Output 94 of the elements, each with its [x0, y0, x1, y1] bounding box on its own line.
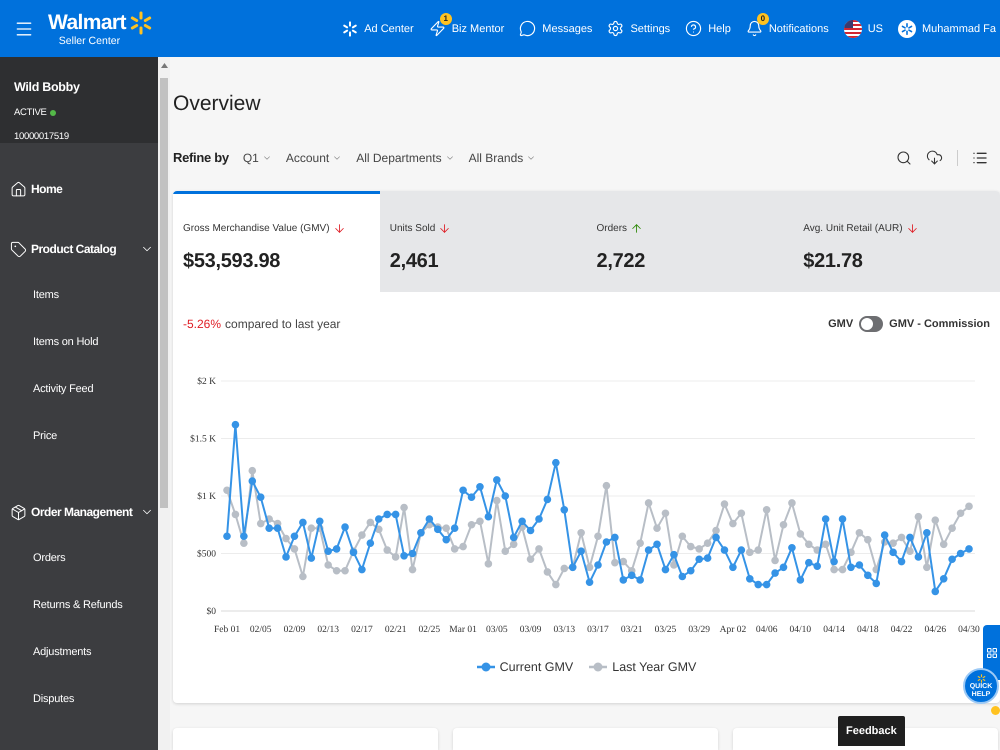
- scroll-up-arrow-icon[interactable]: [160, 63, 168, 68]
- axis-label: 02/21: [384, 625, 406, 635]
- kpi-tab[interactable]: Orders 2,722: [586, 190, 794, 292]
- house-icon: [10, 180, 27, 198]
- axis-label: 02/17: [351, 625, 373, 635]
- axis-label: 03/29: [688, 625, 710, 635]
- kpi-tab[interactable]: Avg. Unit Retail (AUR) $21.78: [793, 190, 1000, 292]
- sidebar-subitem[interactable]: Disputes: [0, 675, 158, 722]
- count-badge: 0: [756, 13, 769, 25]
- nav-item[interactable]: Help: [685, 13, 731, 44]
- sidebar-subitem[interactable]: Items on Hold: [0, 318, 158, 365]
- nav-item[interactable]: Messages: [519, 13, 592, 44]
- axis-label: Feb 01: [214, 625, 240, 635]
- logo-wordmark: Walmart: [48, 10, 126, 34]
- filter-dropdown[interactable]: Account: [286, 150, 342, 165]
- logo-subtitle: Seller Center: [58, 34, 120, 46]
- axis-label: 03/21: [620, 625, 643, 635]
- axis-label: $2 K: [197, 377, 216, 387]
- nav-item[interactable]: 0 Notifications: [746, 13, 829, 44]
- sidebar-item[interactable]: Home: [0, 167, 158, 211]
- chat-bubble-icon: [519, 20, 536, 37]
- axis-label: 03/25: [654, 625, 676, 635]
- nav-item[interactable]: Muhammad Fa: [898, 12, 996, 44]
- toggle-switch[interactable]: [859, 316, 884, 332]
- axis-label: 03/09: [520, 625, 542, 635]
- bell-icon: [746, 20, 763, 37]
- axis-label: Apr 02: [720, 625, 746, 635]
- tag-icon: [10, 240, 27, 258]
- settings-icon: [607, 20, 624, 37]
- sidebar-subitem[interactable]: Returns & Refunds: [0, 581, 158, 628]
- toggle-label: GMV: [828, 318, 854, 330]
- kpi-tab[interactable]: Gross Merchandise Value (GMV) $53,593.98: [173, 190, 380, 292]
- sidebar-item[interactable]: Product Catalog: [0, 227, 158, 271]
- axis-label: 03/05: [486, 625, 508, 635]
- axis-label: 03/13: [553, 625, 576, 635]
- nav-item[interactable]: Settings: [607, 13, 670, 44]
- axis-label: 03/17: [587, 625, 609, 635]
- axis-label: 04/22: [890, 625, 912, 635]
- comparison-label: compared to last year: [225, 317, 340, 332]
- sidebar-subitem[interactable]: Items: [0, 271, 158, 318]
- dot-icon: [991, 706, 1000, 715]
- axis-label: 04/14: [823, 625, 845, 635]
- sidebar-subitem[interactable]: Price: [0, 412, 158, 459]
- filter-dropdown[interactable]: All Brands: [468, 150, 536, 165]
- axis-label: 02/05: [250, 625, 272, 635]
- axis-label: 04/30: [958, 625, 980, 635]
- account-status: ACTIVE: [14, 107, 47, 119]
- scrollbar[interactable]: [158, 57, 170, 750]
- feedback-button[interactable]: Feedback: [838, 716, 905, 746]
- page-title: Overview: [173, 91, 262, 117]
- search-icon[interactable]: [896, 150, 912, 166]
- nav-item[interactable]: 1 Biz Mentor: [428, 13, 504, 44]
- list-icon[interactable]: [972, 150, 988, 166]
- scrollbar-thumb[interactable]: [160, 78, 168, 508]
- change-value: -5.26%: [183, 317, 222, 332]
- sidebar-subitem[interactable]: Adjustments: [0, 628, 158, 675]
- filter-dropdown[interactable]: Q1: [242, 150, 272, 165]
- legend-label: Current GMV: [500, 660, 574, 674]
- lightning-icon: [428, 20, 446, 37]
- axis-label: 02/25: [418, 625, 440, 635]
- axis-label: 04/26: [924, 625, 946, 635]
- sidebar-subitem[interactable]: Activity Feed: [0, 365, 158, 412]
- status-dot-icon: [50, 110, 56, 116]
- nav-item[interactable]: Ad Center: [342, 14, 414, 44]
- account-id: 10000017519: [14, 131, 69, 143]
- legend-label: Last Year GMV: [612, 660, 696, 674]
- axis-label: 02/09: [284, 625, 306, 635]
- avatar-icon: [898, 20, 916, 38]
- axis-label: $0: [206, 607, 216, 617]
- axis-label: $1 K: [197, 492, 216, 502]
- spark-icon: [976, 674, 986, 682]
- axis-label: Mar 01: [449, 625, 477, 635]
- sidebar-item[interactable]: Order Management: [0, 490, 158, 534]
- sidebar-subitem[interactable]: Orders: [0, 534, 158, 581]
- spark-icon: [342, 20, 358, 36]
- help-icon: [685, 20, 702, 37]
- kpi-tab[interactable]: Units Sold 2,461: [380, 190, 586, 292]
- axis-label: $1.5 K: [190, 434, 216, 444]
- axis-label: 04/10: [790, 625, 812, 635]
- filter-dropdown[interactable]: All Departments: [356, 150, 455, 165]
- refine-label: Refine by: [173, 150, 229, 166]
- nav-item[interactable]: US: [844, 12, 884, 44]
- spark-logo-icon: [128, 10, 153, 34]
- box-icon: [10, 504, 27, 520]
- cloud-download-icon[interactable]: [926, 149, 943, 166]
- flag-icon: [844, 20, 862, 38]
- axis-label: 04/18: [857, 625, 879, 635]
- axis-label: 02/13: [317, 625, 339, 635]
- axis-label: 04/06: [756, 625, 778, 635]
- toggle-label: GMV - Commission: [889, 318, 990, 330]
- grid-icon: [986, 646, 998, 658]
- count-badge: 1: [440, 13, 452, 25]
- axis-label: $500: [197, 550, 216, 560]
- account-name: Wild Bobby: [14, 79, 80, 95]
